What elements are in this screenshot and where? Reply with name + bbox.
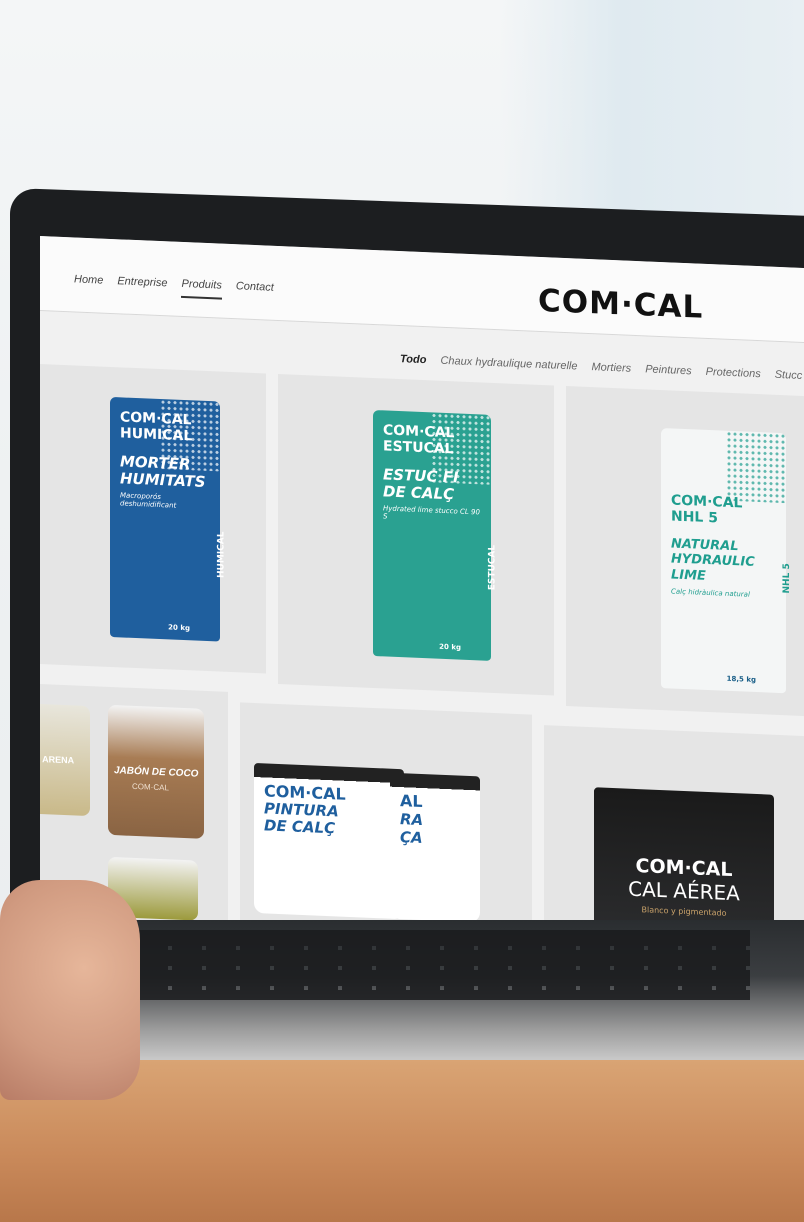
filter-mortiers[interactable]: Mortiers bbox=[591, 361, 631, 375]
keyboard-keys bbox=[70, 930, 750, 1000]
bucket-name: PINTURA DE CALÇ bbox=[264, 799, 339, 838]
filter-chaux[interactable]: Chaux hydraulique naturelle bbox=[440, 355, 577, 373]
product-bag-nhl5: COM·CAL NHL 5 NATURAL HYDRAULIC LIME Cal… bbox=[661, 428, 792, 694]
user-hand bbox=[0, 880, 140, 1100]
jar-soap-1: E ARENA bbox=[40, 703, 90, 817]
product-card-nhl5[interactable]: COM·CAL NHL 5 NATURAL HYDRAULIC LIME Cal… bbox=[566, 386, 804, 717]
nav-contact[interactable]: Contact bbox=[236, 280, 274, 302]
filter-protections[interactable]: Protections bbox=[706, 366, 761, 380]
filter-todo[interactable]: Todo bbox=[400, 353, 426, 366]
bucket-pintura: COM·CAL PINTURA DE CALÇ bbox=[254, 762, 404, 920]
bag-side-label: ESTUCAL bbox=[487, 544, 497, 591]
laptop-screen: Home Entreprise Produits Contact COM·CAL… bbox=[40, 236, 804, 970]
filter-peintures[interactable]: Peintures bbox=[645, 363, 691, 377]
bag-sub2: HUMITATS bbox=[120, 469, 206, 491]
jar-label: E ARENA bbox=[40, 754, 75, 766]
bag-small: Calç hidràulica natural bbox=[671, 587, 750, 599]
bag-side-label: HUMICAL bbox=[216, 531, 226, 579]
bag-weight: 20 kg bbox=[168, 623, 190, 633]
bucket-name: ÇA bbox=[400, 828, 423, 848]
bag-weight: 20 kg bbox=[439, 642, 461, 652]
dot-pattern bbox=[726, 430, 786, 504]
filter-stucc[interactable]: Stucc bbox=[775, 369, 803, 382]
jar-soap-coco: JABÓN DE COCO COM·CAL bbox=[108, 704, 204, 839]
bag-sub1: NATURAL HYDRAULIC bbox=[671, 536, 755, 570]
main-nav: Home Entreprise Produits Contact bbox=[74, 273, 274, 301]
site-logo[interactable]: COM·CAL bbox=[538, 283, 703, 326]
nav-entreprise[interactable]: Entreprise bbox=[117, 275, 167, 297]
product-card-estucal[interactable]: COM·CAL ESTUCAL ESTUC FI DE CALÇ Hydrate… bbox=[278, 373, 554, 696]
bucket-pintura-2: AL RA ÇA bbox=[390, 772, 480, 923]
bag-sub2: LIME bbox=[671, 567, 706, 584]
bag-weight: 18,5 kg bbox=[726, 674, 756, 685]
bag-side-label: NHL 5 bbox=[782, 563, 792, 594]
dot-pattern bbox=[431, 412, 491, 485]
bag-sub2: DE CALÇ bbox=[383, 482, 455, 504]
nav-home[interactable]: Home bbox=[74, 273, 103, 294]
bag-small: Macroporós deshumidificant bbox=[120, 491, 177, 510]
product-filters: Todo Chaux hydraulique naturelle Mortier… bbox=[400, 353, 802, 382]
product-bag-estucal: COM·CAL ESTUCAL ESTUC FI DE CALÇ Hydrate… bbox=[373, 409, 497, 661]
dot-pattern bbox=[160, 399, 220, 472]
jar-label: JABÓN DE COCO bbox=[114, 765, 199, 780]
nav-produits[interactable]: Produits bbox=[181, 277, 222, 300]
bag-name: NHL 5 bbox=[671, 508, 718, 527]
product-bag-humical: COM·CAL HUMICAL MORTER HUMITATS Macropor… bbox=[110, 396, 226, 642]
bag-small: Hydrated lime stucco CL 90 S bbox=[383, 504, 480, 521]
window-light bbox=[500, 0, 804, 220]
bucket-subtitle: Blanco y pigmentado bbox=[641, 905, 727, 918]
product-card-pintura[interactable]: COM·CAL PINTURA DE CALÇ AL RA ÇA bbox=[240, 702, 532, 955]
product-card-humical[interactable]: COM·CAL HUMICAL MORTER HUMITATS Macropor… bbox=[40, 362, 266, 674]
jar-brand: COM·CAL bbox=[132, 781, 169, 793]
